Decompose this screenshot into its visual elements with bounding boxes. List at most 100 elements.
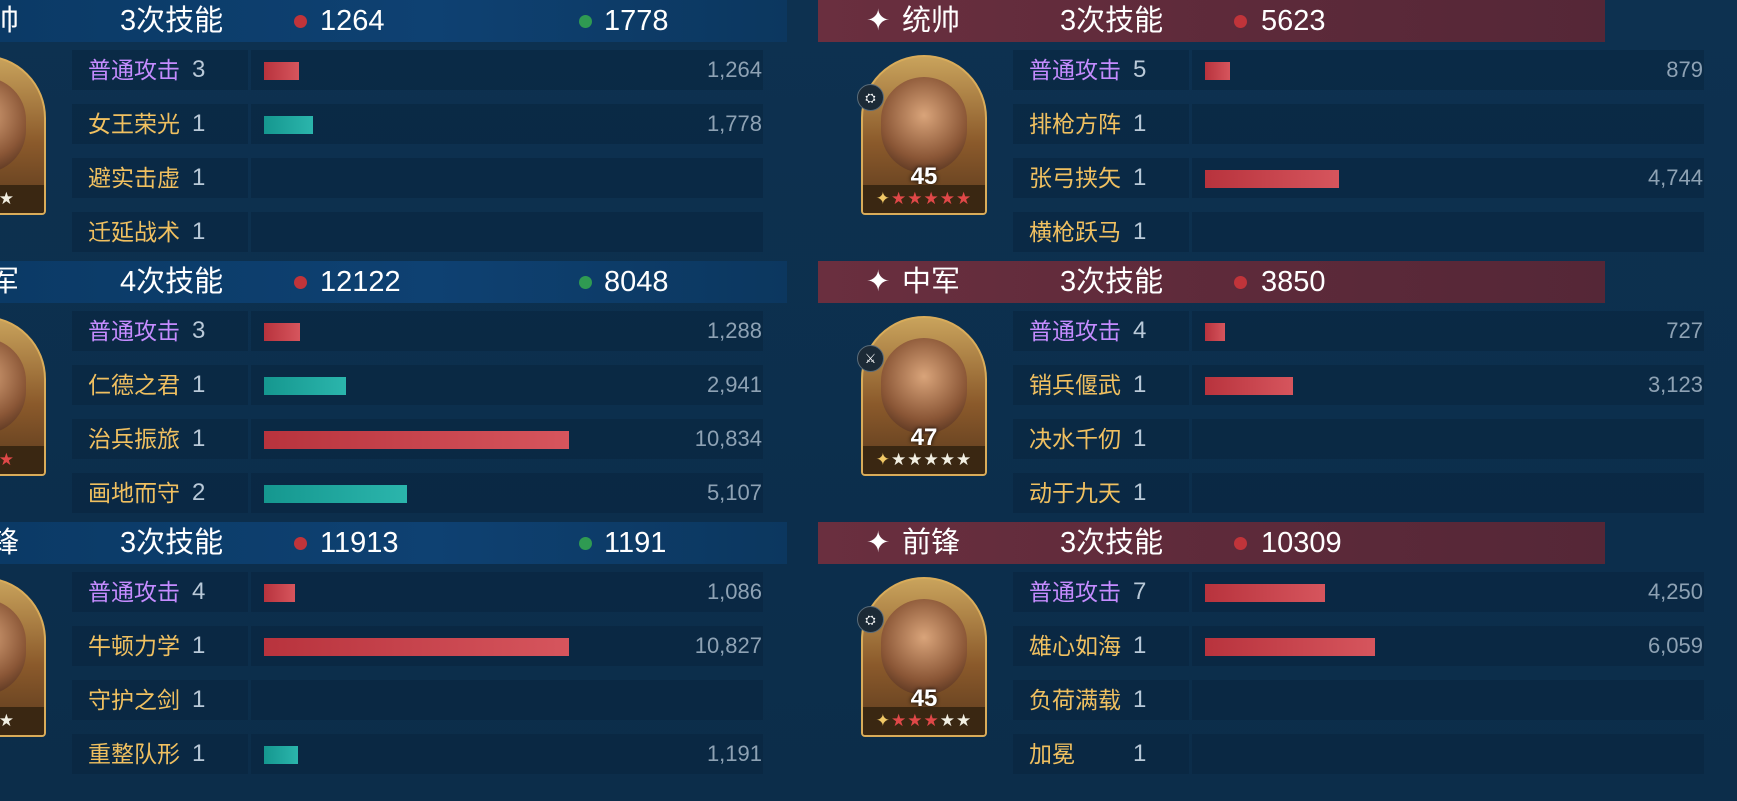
skill-row[interactable]: 迁延战术 1 xyxy=(72,208,772,256)
skill-uses: 1 xyxy=(1133,479,1147,506)
skill-uses: 1 xyxy=(192,110,206,137)
skill-bar-cell xyxy=(251,680,763,720)
star-icon: ★ xyxy=(907,711,924,730)
skill-bar-cell xyxy=(1192,734,1704,774)
skill-name: 普通攻击 xyxy=(1029,318,1121,344)
damage-dot-icon xyxy=(294,276,307,289)
hero-face xyxy=(881,77,967,173)
skill-row[interactable]: 雄心如海 1 6,059 xyxy=(1013,622,1713,670)
skill-damage-bar xyxy=(264,116,313,134)
star-icon: ★ xyxy=(923,711,940,730)
skill-name: 普通攻击 xyxy=(88,57,180,83)
skill-value: 10,827 xyxy=(694,633,762,658)
star-icon: ★ xyxy=(0,450,15,469)
damage-dot-icon xyxy=(294,537,307,550)
skill-row[interactable]: 普通攻击 3 1,288 xyxy=(72,307,772,355)
skill-row[interactable]: 普通攻击 4 1,086 xyxy=(72,568,772,616)
role-title: 军 xyxy=(0,266,20,298)
skill-row[interactable]: 排枪方阵 1 xyxy=(1013,100,1713,148)
hero-portrait[interactable]: ✦★★★ xyxy=(0,55,46,215)
skill-row[interactable]: 决水千仞 1 xyxy=(1013,415,1713,463)
star-icon: ★ xyxy=(0,711,15,730)
star-icon: ★ xyxy=(956,189,973,208)
skill-name: 普通攻击 xyxy=(1029,57,1121,83)
skill-bar-cell xyxy=(251,158,763,198)
skill-bar-cell xyxy=(251,734,763,774)
skill-uses: 1 xyxy=(192,218,206,245)
rank-icon: ✦ xyxy=(875,450,891,469)
skill-row[interactable]: 普通攻击 7 4,250 xyxy=(1013,568,1713,616)
damage-total: 12122 xyxy=(320,266,401,298)
skill-row[interactable]: 负荷满载 1 xyxy=(1013,676,1713,724)
skill-row[interactable]: 普通攻击 4 727 xyxy=(1013,307,1713,355)
star-icon: ★ xyxy=(891,189,908,208)
skill-uses: 1 xyxy=(192,632,206,659)
damage-dot-icon xyxy=(1234,537,1247,550)
skill-row[interactable]: 销兵偃武 1 3,123 xyxy=(1013,361,1713,409)
skill-row[interactable]: 重整队形 1 1,191 xyxy=(72,730,772,778)
hero-portrait[interactable]: 45 ✦★★★★★ xyxy=(861,55,987,215)
star-icon: ★ xyxy=(939,450,956,469)
star-icon: ★ xyxy=(891,711,908,730)
skill-bar-cell xyxy=(251,212,763,252)
unit-section: 锋 3次技能 11913 1191 ✦★★★ 普通攻击 4 1,086 牛顿力学 1 10,827 守… xyxy=(0,522,787,782)
skill-value: 1,288 xyxy=(706,318,762,343)
unit-header: 帅 3次技能 1264 1778 xyxy=(0,0,787,42)
hero-portrait[interactable]: 45 ✦★★★★★ xyxy=(861,577,987,737)
unit-section: ✦ 统帅 3次技能 5623 45 ✦★★★★★ ⛭ 普通攻击 5 879 排枪方阵 1 张弓挟矢 1 4,… xyxy=(818,0,1704,260)
hero-stars: ✦★★★ xyxy=(0,185,44,213)
skill-row[interactable]: 女王荣光 1 1,778 xyxy=(72,100,772,148)
star-icon: ★ xyxy=(907,189,924,208)
heal-total: 8048 xyxy=(604,266,669,298)
skill-row[interactable]: 普通攻击 5 879 xyxy=(1013,46,1713,94)
skill-row[interactable]: 加冕 1 xyxy=(1013,730,1713,778)
skill-name: 销兵偃武 xyxy=(1029,372,1121,398)
skill-row[interactable]: 仁德之君 1 2,941 xyxy=(72,361,772,409)
skill-row[interactable]: 画地而守 2 5,107 xyxy=(72,469,772,517)
hero-face xyxy=(881,599,967,695)
unit-section: 帅 3次技能 1264 1778 ✦★★★ 普通攻击 3 1,264 女王荣光 1 1,778 避实击… xyxy=(0,0,787,260)
heal-dot-icon xyxy=(579,276,592,289)
hero-portrait[interactable]: ✦★★★ xyxy=(0,316,46,476)
skill-bar-cell xyxy=(1192,419,1704,459)
skill-damage-bar xyxy=(1205,377,1293,395)
skill-uses: 1 xyxy=(1133,740,1147,767)
skill-row[interactable]: 牛顿力学 1 10,827 xyxy=(72,622,772,670)
skill-uses: 1 xyxy=(192,686,206,713)
skill-count: 3次技能 xyxy=(120,5,224,37)
skill-value: 879 xyxy=(1666,57,1703,82)
skill-damage-bar xyxy=(1205,584,1325,602)
unit-header: 锋 3次技能 11913 1191 xyxy=(0,522,787,564)
hero-face xyxy=(0,599,26,695)
skill-uses: 2 xyxy=(192,479,206,506)
skill-name: 普通攻击 xyxy=(88,318,180,344)
role-title: 中军 xyxy=(902,266,961,298)
leader-star-icon: ✦ xyxy=(866,527,891,559)
skill-bar-cell xyxy=(1192,680,1704,720)
hero-portrait[interactable]: ✦★★★ xyxy=(0,577,46,737)
skill-row[interactable]: 普通攻击 3 1,264 xyxy=(72,46,772,94)
skill-row[interactable]: 张弓挟矢 1 4,744 xyxy=(1013,154,1713,202)
skill-row[interactable]: 动于九天 1 xyxy=(1013,469,1713,517)
skill-row[interactable]: 治兵振旅 1 10,834 xyxy=(72,415,772,463)
skill-uses: 1 xyxy=(192,425,206,452)
unit-section: 军 4次技能 12122 8048 ✦★★★ 普通攻击 3 1,288 仁德之君 1 2,941 治兵… xyxy=(0,261,787,521)
skill-uses: 4 xyxy=(1133,317,1147,344)
skill-name: 排枪方阵 xyxy=(1029,111,1121,137)
skill-uses: 1 xyxy=(192,740,206,767)
skill-value: 10,834 xyxy=(694,426,762,451)
hero-stars: ✦★★★ xyxy=(0,707,44,735)
hero-portrait[interactable]: 47 ✦★★★★★ xyxy=(861,316,987,476)
skill-bar-cell xyxy=(251,50,763,90)
skill-value: 3,123 xyxy=(1647,372,1703,397)
star-icon: ★ xyxy=(907,450,924,469)
skill-row[interactable]: 横枪跃马 1 xyxy=(1013,208,1713,256)
star-icon: ★ xyxy=(923,450,940,469)
leader-star-icon: ✦ xyxy=(866,5,891,37)
damage-total: 10309 xyxy=(1261,527,1342,559)
role-title: 前锋 xyxy=(902,527,961,559)
damage-total: 3850 xyxy=(1261,266,1326,298)
skill-name: 加冕 xyxy=(1029,741,1075,767)
skill-row[interactable]: 守护之剑 1 xyxy=(72,676,772,724)
skill-row[interactable]: 避实击虚 1 xyxy=(72,154,772,202)
